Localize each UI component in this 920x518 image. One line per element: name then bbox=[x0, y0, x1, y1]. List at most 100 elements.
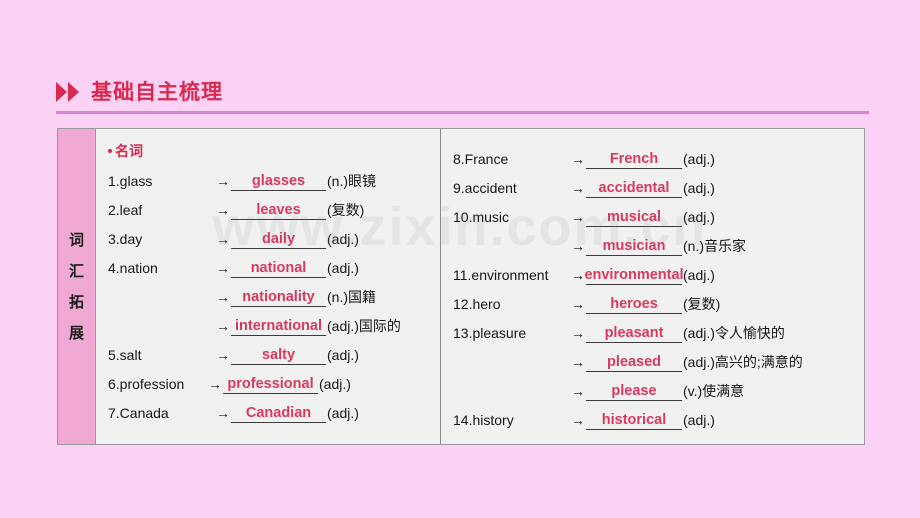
answer-text: pleasant bbox=[604, 325, 664, 341]
arrow-icon: → bbox=[571, 151, 585, 167]
answer-blank[interactable]: environmental bbox=[584, 265, 684, 285]
vocab-row: 11.environment → environmental (adj.) bbox=[453, 256, 864, 285]
term-text: 7.Canada bbox=[108, 405, 169, 421]
right-column: 8.France → French (adj.) 9.accident → ac… bbox=[440, 129, 864, 444]
panel-body: 名词 1.glass → glasses (n.)眼镜 2.leaf → lea… bbox=[96, 129, 864, 444]
sidebar-char: 汇 bbox=[68, 262, 84, 280]
pos-text: (n.)音乐家 bbox=[683, 238, 746, 254]
left-column: 名词 1.glass → glasses (n.)眼镜 2.leaf → lea… bbox=[96, 129, 440, 444]
vocab-row: 12.hero → heroes (复数) bbox=[453, 285, 864, 314]
pos-text: (adj.)令人愉快的 bbox=[683, 325, 785, 341]
double-chevron-right-icon bbox=[56, 82, 79, 102]
term-text: 2.leaf bbox=[108, 202, 143, 218]
bullet-icon bbox=[108, 149, 112, 153]
vocab-row: 13.pleasure → pleasant (adj.)令人愉快的 bbox=[453, 314, 864, 343]
answer-blank[interactable]: glasses bbox=[231, 171, 326, 191]
answer-text: environmental bbox=[584, 267, 684, 283]
answer-text: glasses bbox=[251, 173, 306, 189]
pos-text: (adj.) bbox=[327, 347, 359, 363]
answer-text: daily bbox=[261, 231, 296, 247]
answer-text: pleased bbox=[607, 354, 661, 370]
pos-text: (复数) bbox=[327, 202, 365, 218]
pos-text: (adj.) bbox=[327, 231, 359, 247]
vocab-row: 2.leaf → leaves (复数) bbox=[108, 191, 440, 220]
pos-text: (v.)使满意 bbox=[683, 383, 745, 399]
vocab-row: 7.Canada → Canadian (adj.) bbox=[108, 394, 440, 423]
answer-text: accidental bbox=[598, 180, 670, 196]
answer-blank[interactable]: salty bbox=[231, 345, 326, 365]
pos-text: (adj.)高兴的;满意的 bbox=[683, 354, 803, 370]
answer-text: musical bbox=[607, 209, 661, 225]
answer-blank[interactable]: historical bbox=[586, 410, 682, 430]
sidebar-char: 词 bbox=[68, 231, 84, 249]
answer-blank[interactable]: pleasant bbox=[586, 323, 682, 343]
term-text: 9.accident bbox=[453, 180, 517, 196]
vocab-row: → nationality (n.)国籍 bbox=[108, 278, 440, 307]
pos-text: (adj.) bbox=[319, 376, 351, 392]
answer-blank[interactable]: French bbox=[586, 149, 682, 169]
vocab-row: 14.history → historical (adj.) bbox=[453, 401, 864, 430]
answer-text: French bbox=[609, 151, 659, 167]
term-text: 11.environment bbox=[453, 267, 549, 283]
answer-text: professional bbox=[227, 376, 314, 392]
panel-sidebar-label: 词 汇 拓 展 bbox=[58, 129, 96, 444]
pos-text: (adj.)国际的 bbox=[327, 318, 401, 334]
category-heading: 名词 bbox=[108, 140, 440, 162]
answer-text: historical bbox=[601, 412, 667, 428]
arrow-icon: → bbox=[216, 347, 230, 363]
category-label: 名词 bbox=[115, 143, 143, 159]
term-text: 8.France bbox=[453, 151, 509, 167]
answer-text: leaves bbox=[256, 202, 301, 218]
answer-blank[interactable]: musical bbox=[586, 207, 682, 227]
answer-text: international bbox=[234, 318, 323, 334]
arrow-icon: → bbox=[571, 412, 585, 428]
answer-blank[interactable]: national bbox=[231, 258, 326, 278]
pos-text: (adj.) bbox=[683, 412, 715, 428]
header-divider bbox=[56, 111, 869, 114]
arrow-icon: → bbox=[216, 289, 230, 305]
term-text: 6.profession bbox=[108, 376, 185, 392]
page-title: 基础自主梳理 bbox=[91, 80, 223, 104]
arrow-icon: → bbox=[571, 238, 585, 254]
pos-text: (adj.) bbox=[327, 260, 359, 276]
vocab-row: 6.profession → professional (adj.) bbox=[108, 365, 440, 394]
arrow-icon: → bbox=[571, 383, 585, 399]
answer-blank[interactable]: accidental bbox=[586, 178, 682, 198]
vocab-row: 8.France → French (adj.) bbox=[453, 140, 864, 169]
pos-text: (adj.) bbox=[327, 405, 359, 421]
arrow-icon: → bbox=[216, 173, 230, 189]
answer-text: salty bbox=[261, 347, 296, 363]
vocabulary-panel: 词 汇 拓 展 名词 1.glass → glasses (n.)眼镜 2.le… bbox=[57, 128, 865, 445]
term-text: 3.day bbox=[108, 231, 143, 247]
answer-text: Canadian bbox=[245, 405, 312, 421]
answer-text: please bbox=[611, 383, 657, 399]
pos-text: (n.)国籍 bbox=[327, 289, 376, 305]
sidebar-char: 展 bbox=[68, 324, 84, 342]
term-text: 1.glass bbox=[108, 173, 153, 189]
arrow-icon: → bbox=[216, 202, 230, 218]
vocab-row: 1.glass → glasses (n.)眼镜 bbox=[108, 162, 440, 191]
arrow-icon: → bbox=[571, 354, 585, 370]
term-text: 4.nation bbox=[108, 260, 158, 276]
answer-blank[interactable]: heroes bbox=[586, 294, 682, 314]
section-header: 基础自主梳理 bbox=[56, 72, 870, 112]
pos-text: (adj.) bbox=[683, 180, 715, 196]
arrow-icon: → bbox=[216, 231, 230, 247]
arrow-icon: → bbox=[571, 180, 585, 196]
answer-blank[interactable]: professional bbox=[223, 374, 318, 394]
vocab-row: → international (adj.)国际的 bbox=[108, 307, 440, 336]
answer-blank[interactable]: Canadian bbox=[231, 403, 326, 423]
answer-blank[interactable]: pleased bbox=[586, 352, 682, 372]
term-text: 13.pleasure bbox=[453, 325, 527, 341]
answer-blank[interactable]: musician bbox=[586, 236, 682, 256]
answer-blank[interactable]: please bbox=[586, 381, 682, 401]
vocab-row: 3.day → daily (adj.) bbox=[108, 220, 440, 249]
arrow-icon: → bbox=[571, 209, 585, 225]
answer-blank[interactable]: nationality bbox=[231, 287, 326, 307]
term-text: 10.music bbox=[453, 209, 510, 225]
answer-blank[interactable]: international bbox=[231, 316, 326, 336]
answer-blank[interactable]: leaves bbox=[231, 200, 326, 220]
arrow-icon: → bbox=[208, 376, 222, 392]
vocab-row: 4.nation → national (adj.) bbox=[108, 249, 440, 278]
answer-blank[interactable]: daily bbox=[231, 229, 326, 249]
